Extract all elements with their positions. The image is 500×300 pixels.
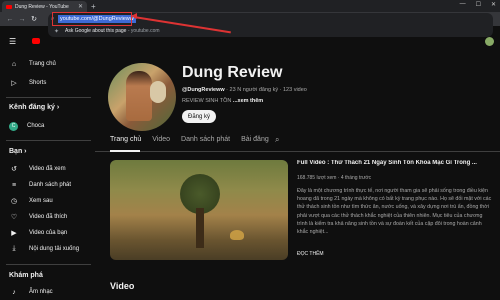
tabs-divider: [95, 151, 500, 152]
subscriptions-heading[interactable]: Kênh đăng ký ›: [9, 104, 59, 111]
thumbs-up-icon: ♡: [10, 214, 18, 221]
sidebar: ⌂ Trang chủ ▷ Shorts Kênh đăng ký › C Ch…: [0, 52, 95, 300]
sidebar-item-downloads[interactable]: ⤓ Nội dung tải xuống: [0, 242, 95, 256]
you-heading[interactable]: Bạn ›: [9, 148, 27, 155]
new-tab-button[interactable]: +: [91, 1, 96, 12]
reload-icon[interactable]: ↻: [28, 15, 40, 23]
home-icon: ⌂: [11, 60, 17, 68]
channel-avatar-choca: C: [9, 121, 18, 131]
account-avatar[interactable]: [485, 37, 494, 46]
menu-icon[interactable]: ☰: [9, 37, 16, 46]
shorts-icon: ▷: [11, 80, 17, 87]
tab-posts[interactable]: Bài đăng: [241, 136, 269, 148]
gemini-sparkle-icon: ✦: [54, 28, 60, 35]
browser-tabbar: Dung Review - YouTube ✕ +: [0, 0, 500, 12]
active-tab-indicator: [110, 150, 140, 152]
youtube-logo-icon[interactable]: [32, 38, 40, 44]
tab-videos[interactable]: Video: [152, 136, 170, 148]
back-icon[interactable]: ←: [4, 16, 16, 23]
omnibox-suggestion[interactable]: ✦ Ask Google about this page - youtube.c…: [48, 25, 493, 37]
suggestion-domain: youtube.com: [130, 28, 160, 34]
sidebar-item-playlists[interactable]: ≡ Danh sách phát: [0, 178, 95, 192]
tab-home[interactable]: Trang chủ: [110, 136, 141, 148]
tab-playlists[interactable]: Danh sách phát: [181, 136, 230, 148]
channel-search-icon[interactable]: ⌕: [275, 135, 279, 145]
music-icon: ♪: [12, 288, 16, 296]
sidebar-item-music[interactable]: ♪ Âm nhạc: [0, 285, 95, 299]
forward-icon[interactable]: →: [16, 16, 28, 23]
minimize-icon[interactable]: —: [460, 1, 466, 8]
featured-video-description: Đây là một chương trình thực tế, nơi ngư…: [297, 188, 492, 236]
divider: [6, 264, 91, 265]
featured-video-title[interactable]: Full Video : Thử Thách 21 Ngày Sinh Tồn …: [297, 160, 497, 166]
explore-heading: Khám phá: [9, 272, 43, 279]
close-window-icon[interactable]: ✕: [491, 1, 496, 8]
sidebar-item-watch-later[interactable]: ◷ Xem sau: [0, 194, 95, 208]
featured-video-stats: 168.785 lượt xem · 4 tháng trước: [297, 175, 372, 181]
sidebar-item-your-videos[interactable]: ▶ Video của bạn: [0, 226, 95, 240]
subscribe-button[interactable]: Đăng ký: [182, 110, 216, 123]
annotation-highlight-box: [52, 12, 132, 26]
channel-stats: · 23 N người đăng ký · 123 video: [224, 87, 307, 93]
channel-name: Dung Review: [182, 64, 283, 81]
sidebar-item-history[interactable]: ↺ Video đã xem: [0, 162, 95, 176]
download-icon: ⤓: [12, 245, 16, 252]
clock-icon: ◷: [10, 198, 18, 205]
channel-handle: @DungRevieww: [182, 87, 225, 93]
suggestion-text: Ask Google about this page: [65, 28, 127, 34]
sidebar-item-choca[interactable]: C Choca: [0, 119, 95, 133]
close-tab-icon[interactable]: ✕: [78, 3, 83, 10]
video-icon: ▶: [11, 230, 17, 237]
browser-tab[interactable]: Dung Review - YouTube ✕: [2, 1, 87, 12]
playlist-icon: ≡: [11, 181, 17, 189]
channel-description[interactable]: REVIEW SINH TỒN ...xem thêm: [182, 98, 263, 104]
channel-meta: @DungRevieww · 23 N người đăng ký · 123 …: [182, 87, 307, 93]
sidebar-item-home[interactable]: ⌂ Trang chủ: [0, 57, 95, 71]
history-icon: ↺: [11, 166, 17, 173]
youtube-favicon-icon: [6, 4, 12, 9]
more-link[interactable]: ...xem thêm: [231, 98, 263, 104]
section-title-videos: Video: [110, 281, 135, 291]
sidebar-item-shorts[interactable]: ▷ Shorts: [0, 76, 95, 90]
read-more-link[interactable]: ĐỌC THÊM: [297, 251, 324, 257]
divider: [6, 140, 91, 141]
sidebar-item-liked[interactable]: ♡ Video đã thích: [0, 210, 95, 224]
maximize-icon[interactable]: ☐: [476, 1, 481, 8]
divider: [6, 97, 91, 98]
channel-tabs: Trang chủ Video Danh sách phát Bài đăng: [110, 136, 280, 148]
featured-video-player[interactable]: [110, 160, 288, 260]
annotation-arrow-head: [131, 13, 137, 19]
tab-title: Dung Review - YouTube: [15, 3, 69, 10]
channel-avatar[interactable]: [108, 63, 176, 131]
window-controls: — ☐ ✕: [460, 1, 496, 8]
